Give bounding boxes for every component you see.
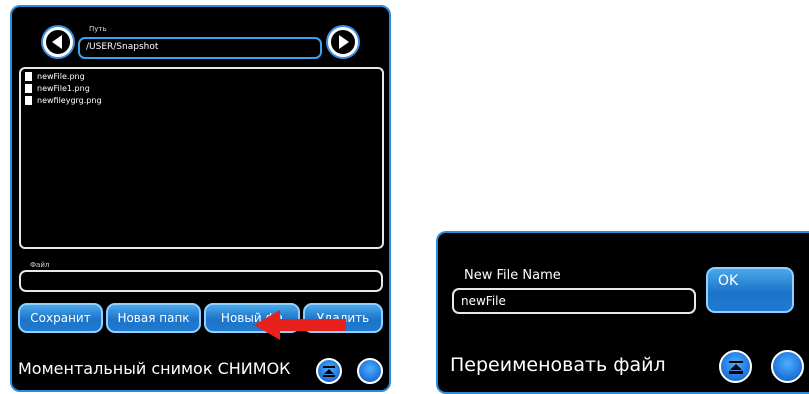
file-item[interactable]: newFile.png bbox=[25, 72, 85, 82]
close-button[interactable] bbox=[357, 358, 383, 384]
dialog-title: Переименовать файл bbox=[450, 354, 666, 376]
save-button[interactable]: Сохранит bbox=[18, 303, 103, 333]
ok-button[interactable]: OK bbox=[706, 267, 794, 313]
arrow-right-icon bbox=[339, 35, 349, 49]
new-file-name-field[interactable]: newFile bbox=[452, 288, 696, 314]
eject-icon bbox=[323, 366, 335, 377]
file-list[interactable]: newFile.png newFile1.png newfileygrg.png bbox=[19, 67, 384, 249]
close-button[interactable] bbox=[771, 350, 804, 383]
collapse-button[interactable] bbox=[316, 358, 342, 384]
new-file-name-value: newFile bbox=[461, 294, 506, 308]
arrow-left-icon bbox=[52, 35, 62, 49]
new-folder-button[interactable]: Новая папк bbox=[106, 303, 201, 333]
file-name-field[interactable] bbox=[19, 270, 383, 292]
file-label: Файл bbox=[30, 261, 50, 269]
red-arrow-icon bbox=[254, 310, 346, 340]
file-icon bbox=[25, 72, 32, 81]
dialog-title: Моментальный снимок СНИМОК bbox=[18, 359, 291, 378]
file-name: newFile1.png bbox=[37, 84, 90, 93]
file-item[interactable]: newFile1.png bbox=[25, 84, 90, 94]
file-name: newFile.png bbox=[37, 72, 85, 81]
file-icon bbox=[25, 84, 32, 93]
path-label: Путь bbox=[89, 25, 107, 33]
forward-button[interactable] bbox=[328, 27, 358, 57]
collapse-button[interactable] bbox=[719, 350, 752, 383]
rename-file-dialog: New File Name newFile OK Переименовать ф… bbox=[436, 231, 809, 394]
new-file-name-label: New File Name bbox=[464, 268, 561, 283]
eject-icon bbox=[729, 361, 743, 374]
back-button[interactable] bbox=[43, 27, 73, 57]
path-field[interactable]: /USER/Snapshot bbox=[78, 37, 322, 59]
file-icon bbox=[25, 96, 32, 105]
path-value: /USER/Snapshot bbox=[86, 42, 159, 52]
file-name: newfileygrg.png bbox=[37, 96, 102, 105]
file-item[interactable]: newfileygrg.png bbox=[25, 96, 102, 106]
